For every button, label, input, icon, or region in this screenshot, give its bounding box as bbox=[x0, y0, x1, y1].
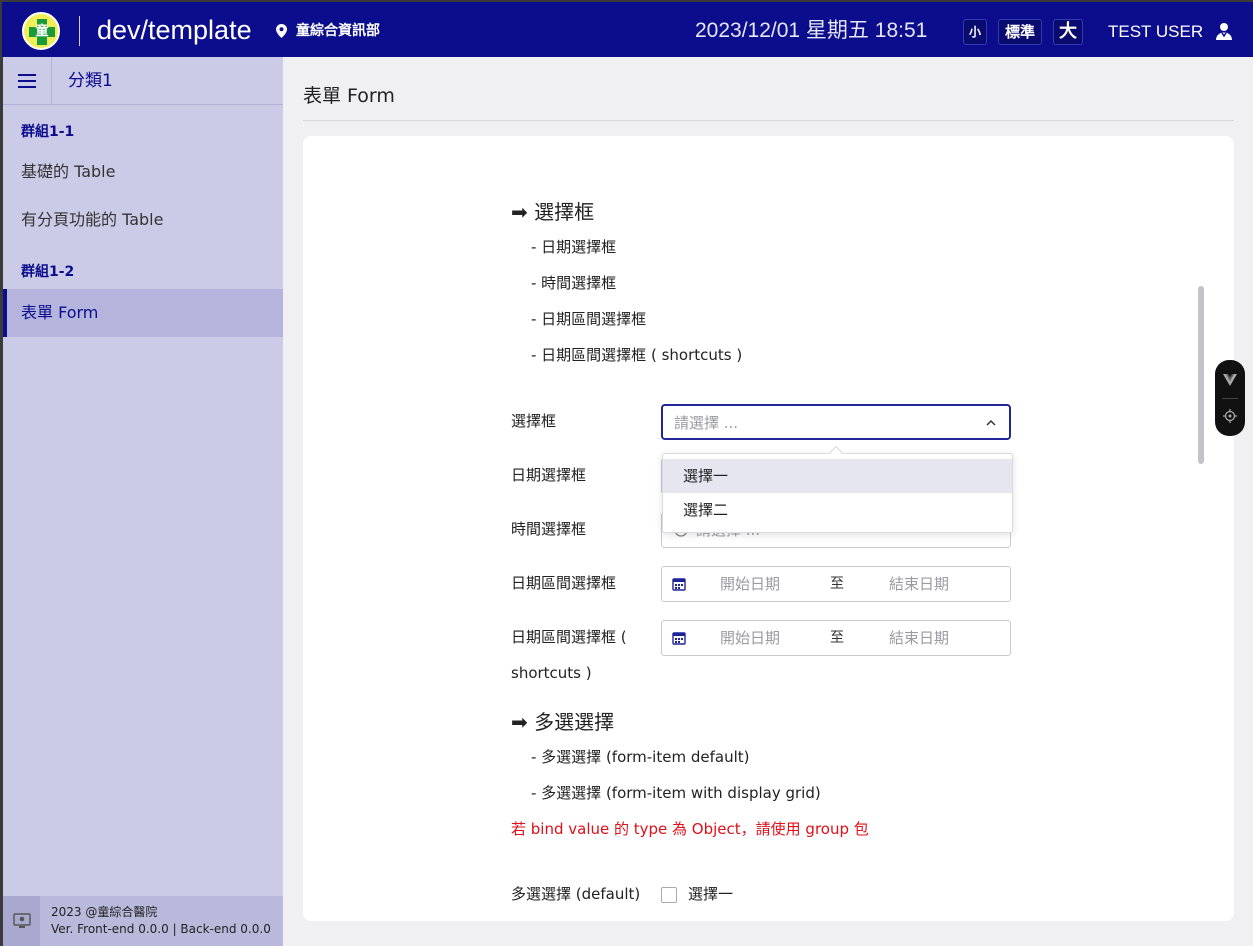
header-divider bbox=[79, 16, 80, 46]
range-end-placeholder: 結束日期 bbox=[889, 575, 950, 593]
datetime-display: 2023/12/01 星期五 18:51 bbox=[695, 19, 928, 42]
font-size-small-button[interactable]: 小 bbox=[963, 19, 987, 45]
dropdown-option[interactable]: 選擇一 bbox=[663, 459, 1012, 493]
sidebar-footer: 2023 @童綜合醫院 Ver. Front-end 0.0.0 | Back-… bbox=[3, 896, 283, 946]
location-pin-icon bbox=[276, 24, 287, 38]
section-heading-multi: ➡ 多選選擇 bbox=[511, 710, 615, 734]
bullet-item: - 日期選擇框 bbox=[531, 238, 617, 256]
select-input[interactable]: 請選擇 ... bbox=[661, 404, 1011, 440]
user-icon[interactable] bbox=[1215, 22, 1233, 40]
scrollbar-thumb[interactable] bbox=[1198, 286, 1204, 464]
title-divider bbox=[303, 120, 1234, 121]
daterange-label: 日期區間選擇框 bbox=[511, 574, 617, 592]
checkbox-option-1[interactable] bbox=[661, 887, 677, 903]
form-card: ➡ 選擇框 - 日期選擇框 - 時間選擇框 - 日期區間選擇框 - 日期區間選擇… bbox=[303, 136, 1234, 921]
daterange-shortcuts-input[interactable]: 開始日期 至 結束日期 bbox=[661, 620, 1011, 656]
bullet-item: - 多選選擇 (form-item default) bbox=[531, 748, 750, 766]
sidebar-group-label: 群組1-2 bbox=[21, 264, 75, 280]
app-title[interactable]: dev/template bbox=[97, 13, 252, 47]
range-start-placeholder: 開始日期 bbox=[720, 629, 781, 647]
sidebar: 分類1 群組1-1 基礎的 Table 有分頁功能的 Table 群組1-2 表… bbox=[0, 57, 283, 946]
time-label: 時間選擇框 bbox=[511, 520, 587, 538]
bullet-item: - 日期區間選擇框 ( shortcuts ) bbox=[531, 346, 743, 364]
chevron-up-icon bbox=[986, 419, 996, 426]
font-size-large-button[interactable]: 大 bbox=[1053, 19, 1083, 45]
top-header: 童 dev/template 童綜合資訊部 2023/12/01 星期五 18:… bbox=[0, 0, 1253, 57]
calendar-icon bbox=[672, 578, 686, 591]
range-start-placeholder: 開始日期 bbox=[720, 575, 781, 593]
vue-logo-icon[interactable] bbox=[1223, 373, 1237, 387]
sidebar-category[interactable]: 分類1 bbox=[68, 70, 113, 92]
page-title: 表單 Form bbox=[303, 85, 395, 107]
menu-toggle-button[interactable] bbox=[3, 57, 52, 105]
select-placeholder: 請選擇 ... bbox=[674, 414, 739, 432]
sidebar-item-basic-table[interactable]: 基礎的 Table bbox=[3, 148, 283, 196]
select-dropdown: 選擇一 選擇二 bbox=[662, 445, 1013, 533]
sidebar-group-label: 群組1-1 bbox=[21, 124, 75, 140]
section-heading-select: ➡ 選擇框 bbox=[511, 200, 595, 224]
copyright-text: 2023 @童綜合醫院 bbox=[51, 905, 158, 919]
warning-note: 若 bind value 的 type 為 Object，請使用 group 包 bbox=[511, 820, 869, 838]
user-name[interactable]: TEST USER bbox=[1108, 21, 1203, 43]
sidebar-item-paginated-table[interactable]: 有分頁功能的 Table bbox=[3, 196, 283, 244]
monitor-info-icon[interactable] bbox=[13, 912, 31, 930]
checkbox-option-label[interactable]: 選擇一 bbox=[688, 884, 733, 904]
range-separator: 至 bbox=[830, 576, 844, 592]
hospital-logo-icon[interactable]: 童 bbox=[22, 12, 60, 50]
range-separator: 至 bbox=[830, 630, 844, 646]
version-text: Ver. Front-end 0.0.0 | Back-end 0.0.0 bbox=[51, 922, 271, 936]
devtools-float-panel bbox=[1215, 360, 1245, 436]
sidebar-header: 分類1 bbox=[3, 57, 283, 105]
bullet-item: - 多選選擇 (form-item with display grid) bbox=[531, 784, 821, 802]
sidebar-item-form[interactable]: 表單 Form bbox=[3, 289, 283, 337]
target-icon[interactable] bbox=[1223, 409, 1237, 423]
location-label: 童綜合資訊部 bbox=[296, 23, 380, 39]
daterange-input[interactable]: 開始日期 至 結束日期 bbox=[661, 566, 1011, 602]
range-end-placeholder: 結束日期 bbox=[889, 629, 950, 647]
multi-select-label: 多選選擇 (default) bbox=[511, 885, 641, 903]
font-size-normal-button[interactable]: 標準 bbox=[998, 19, 1042, 45]
dropdown-option[interactable]: 選擇二 bbox=[663, 493, 1012, 527]
calendar-icon bbox=[672, 632, 686, 645]
daterange-shortcuts-label-cont: shortcuts ) bbox=[511, 664, 592, 682]
date-label: 日期選擇框 bbox=[511, 466, 587, 484]
select-label: 選擇框 bbox=[511, 412, 557, 430]
bullet-item: - 日期區間選擇框 bbox=[531, 310, 647, 328]
bullet-item: - 時間選擇框 bbox=[531, 274, 617, 292]
daterange-shortcuts-label: 日期區間選擇框 ( bbox=[511, 628, 627, 646]
